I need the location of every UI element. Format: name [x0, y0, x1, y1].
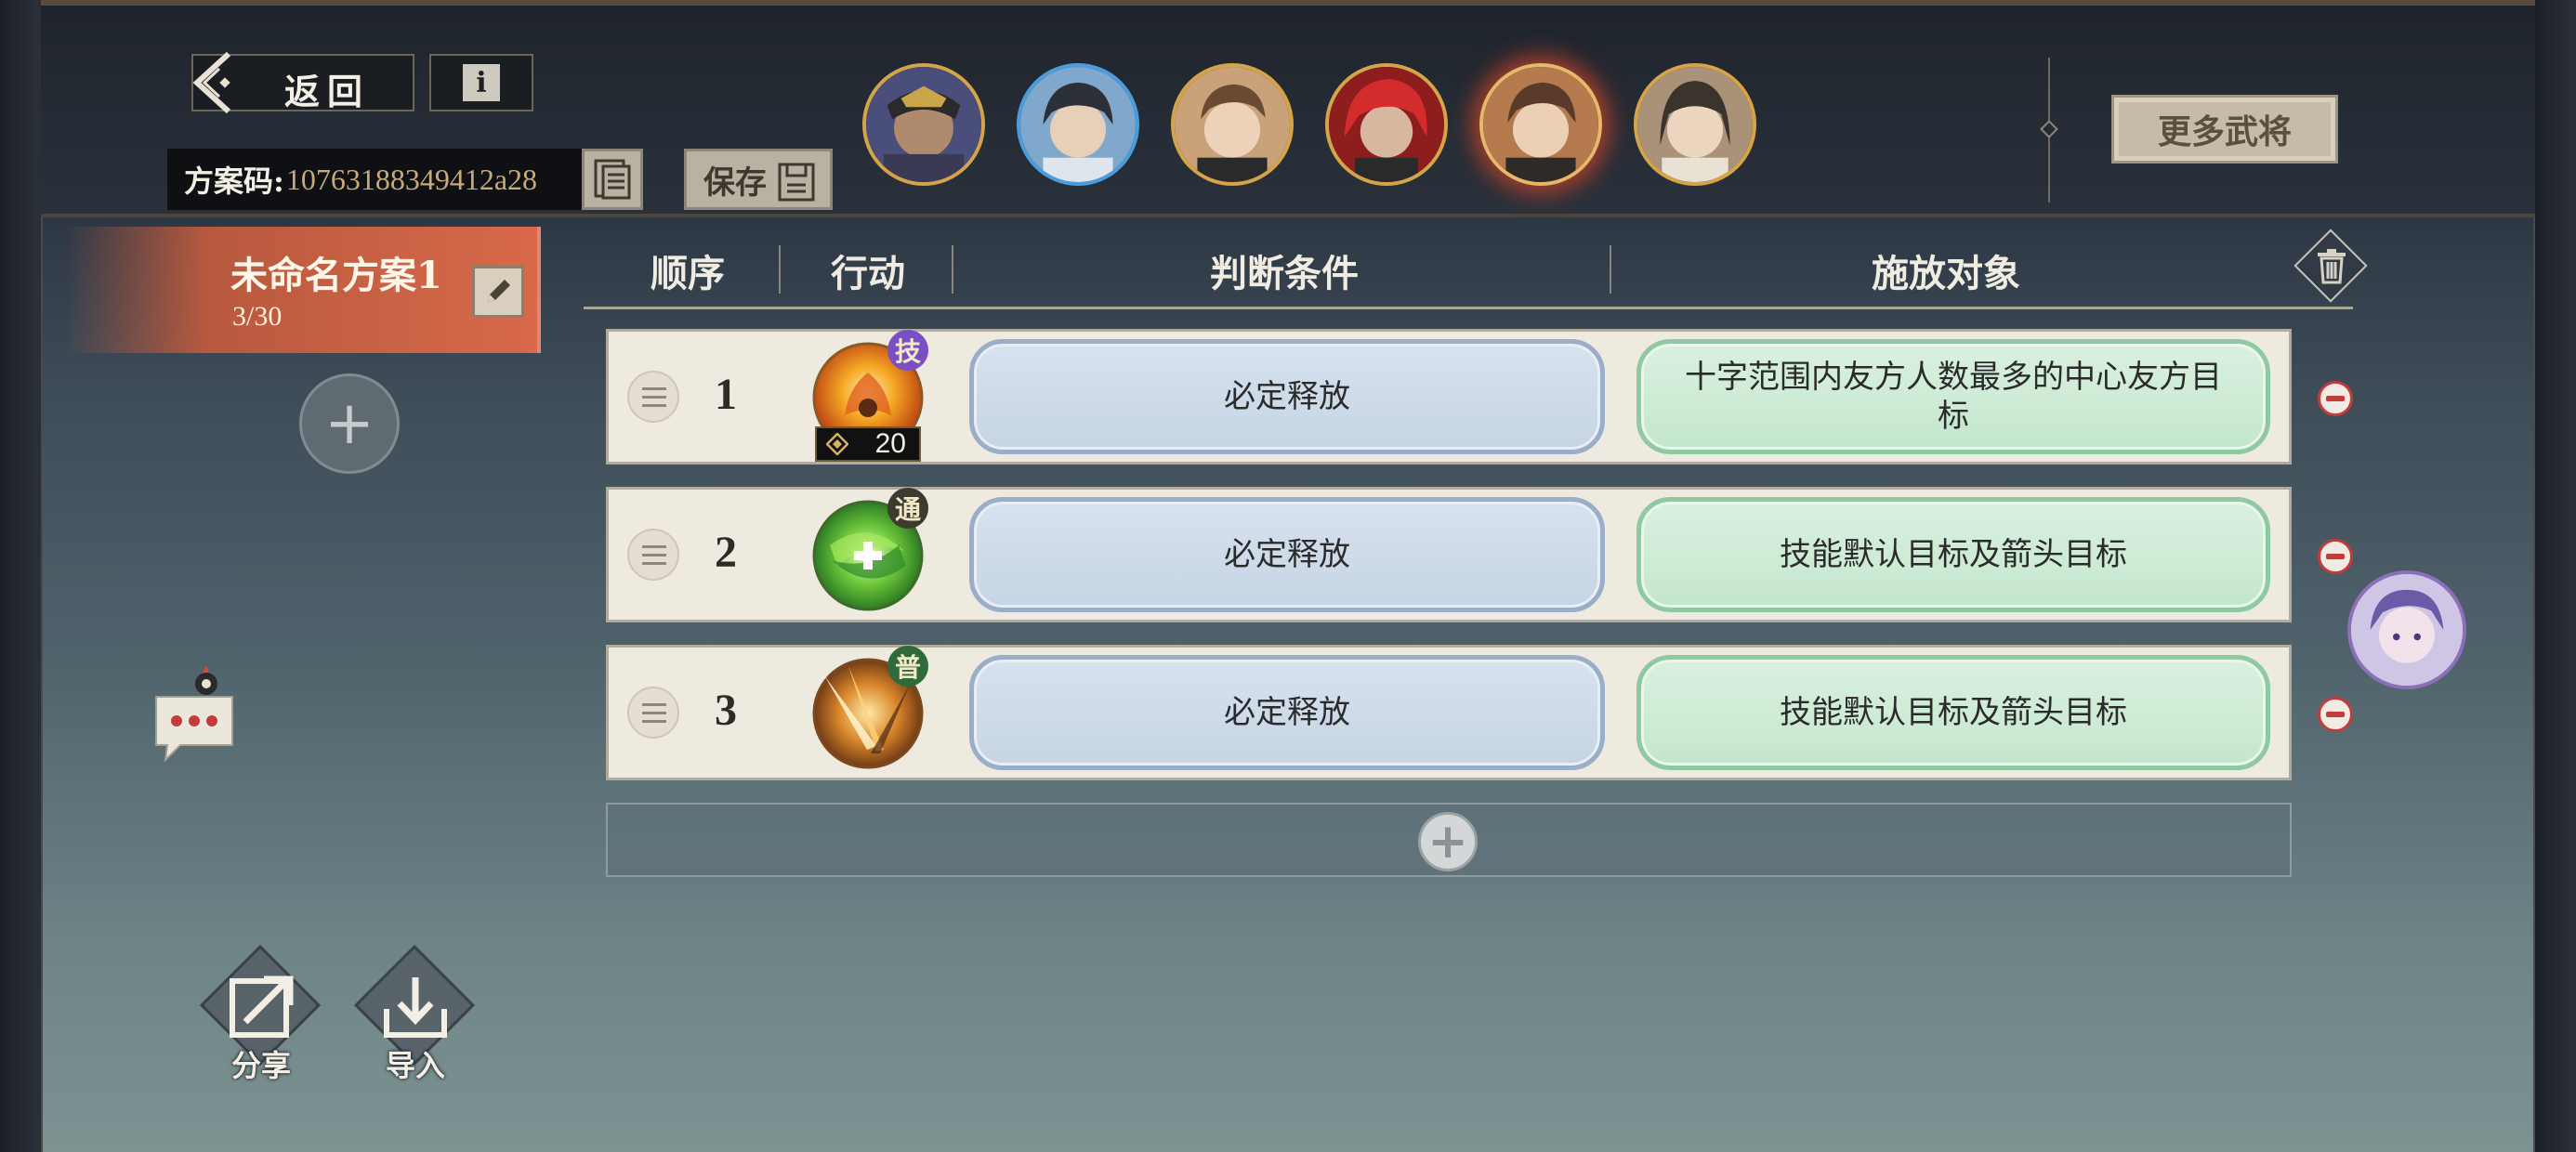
save-icon [778, 163, 815, 202]
chat-bubble-icon[interactable] [152, 665, 236, 764]
general-portrait-2[interactable] [1017, 63, 1139, 186]
row-order: 1 [715, 370, 737, 419]
edit-plan-button[interactable] [472, 266, 524, 318]
add-action-plus-icon[interactable]: + [1418, 812, 1478, 871]
plan-name: 未命名方案1 [230, 254, 442, 297]
remove-row-button[interactable] [2318, 381, 2353, 416]
row-order: 2 [715, 528, 737, 577]
general-portrait-1[interactable] [862, 63, 985, 186]
plan-code-value: 10763188349412a28 [285, 162, 538, 196]
header-separator [779, 245, 781, 294]
skill-type-badge: 通 [887, 488, 928, 529]
add-action-row[interactable]: + [606, 803, 2292, 877]
header-action: 行动 [831, 252, 905, 295]
header-divider [2048, 58, 2050, 203]
trash-icon [2318, 249, 2346, 284]
back-label: 返回 [284, 71, 371, 112]
general-portrait-3[interactable] [1171, 63, 1294, 186]
header-target: 施放对象 [1872, 252, 2020, 295]
table-row[interactable]: 1 技 20 必定释放 十字范围内友方人数最多的中心友方目标 [606, 329, 2292, 465]
header-separator [952, 245, 953, 294]
drag-handle-icon[interactable] [627, 529, 679, 581]
skill-cost-value: 20 [874, 428, 906, 459]
row-order: 3 [715, 686, 737, 735]
plan-count: 3/30 [232, 301, 283, 332]
save-button[interactable]: 保存 [684, 149, 833, 210]
copy-code-button[interactable] [582, 149, 643, 210]
plan-card[interactable]: 未命名方案1 3/30 [65, 227, 541, 353]
skill-type-badge: 技 [887, 330, 928, 371]
general-portrait-5[interactable] [1479, 63, 1602, 186]
cost-icon [826, 433, 848, 455]
left-frame [0, 0, 43, 1152]
drag-handle-icon[interactable] [627, 371, 679, 423]
info-icon: i [463, 64, 500, 101]
plan-code-label: 方案码: [184, 164, 284, 199]
header-order: 顺序 [651, 252, 725, 295]
skill-cost: 20 [815, 426, 921, 462]
table-header: 顺序 行动 判断条件 施放对象 [584, 232, 2353, 309]
condition-pill[interactable]: 必定释放 [969, 655, 1605, 770]
plus-icon: + [324, 389, 375, 458]
target-pill[interactable]: 十字范围内友方人数最多的中心友方目标 [1636, 339, 2270, 454]
import-icon [384, 977, 447, 1038]
import-label: 导入 [385, 1048, 445, 1083]
back-button[interactable]: 返回 [191, 52, 414, 113]
copy-icon [594, 159, 631, 200]
save-label: 保存 [703, 164, 767, 202]
header-condition: 判断条件 [1210, 252, 1359, 295]
drag-handle-icon[interactable] [627, 687, 679, 739]
right-frame [2533, 0, 2576, 1152]
skill-type-badge: 普 [887, 646, 928, 687]
target-pill[interactable]: 技能默认目标及箭头目标 [1636, 497, 2270, 612]
add-plan-button[interactable]: + [299, 373, 400, 474]
condition-pill[interactable]: 必定释放 [969, 339, 1605, 454]
table-row[interactable]: 2 通 必定释放 技能默认目标及箭头目标 [606, 487, 2292, 622]
more-generals-button[interactable]: 更多武将 [2111, 95, 2338, 164]
general-portrait-6[interactable] [1634, 63, 1756, 186]
remove-row-button[interactable] [2318, 539, 2353, 574]
info-button[interactable]: i [429, 54, 533, 111]
back-chevron-icon [192, 52, 231, 113]
share-label: 分享 [230, 1048, 291, 1083]
pencil-icon [488, 280, 510, 302]
assistant-avatar[interactable] [2347, 570, 2466, 689]
target-pill[interactable]: 技能默认目标及箭头目标 [1636, 655, 2270, 770]
remove-row-button[interactable] [2318, 697, 2353, 732]
general-portrait-4[interactable] [1325, 63, 1448, 186]
condition-pill[interactable]: 必定释放 [969, 497, 1605, 612]
header-separator [1610, 245, 1611, 294]
share-icon [230, 975, 294, 1038]
table-row[interactable]: 3 普 必定释放 技能默认目标及箭头目标 [606, 645, 2292, 780]
plan-code-box: 方案码: 10763188349412a28 [167, 149, 582, 210]
